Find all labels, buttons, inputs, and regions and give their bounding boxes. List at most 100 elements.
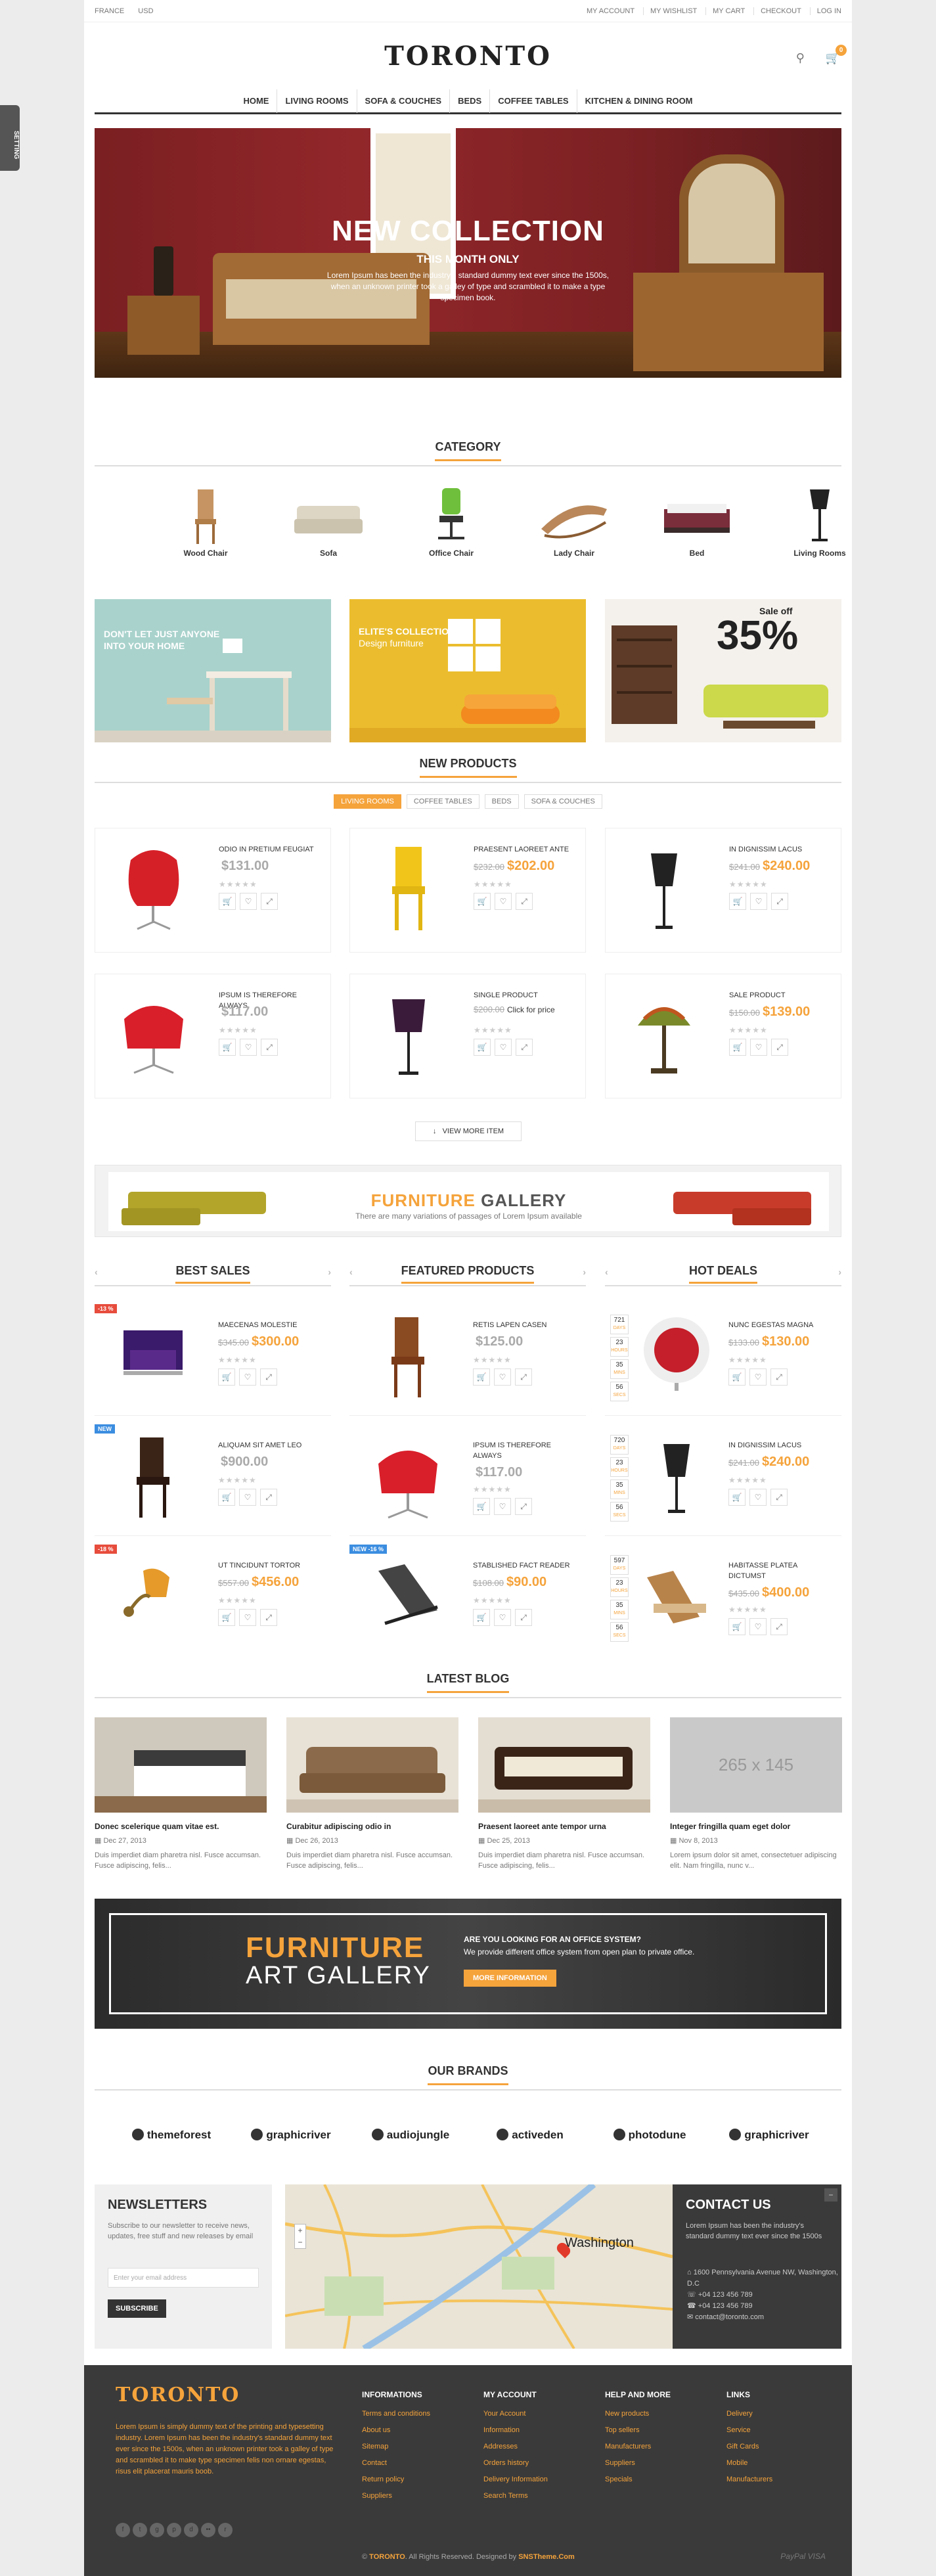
product-card[interactable]: IPSUM IS THEREFORE ALWAYS $117.00 ★★★★★ … — [95, 974, 331, 1098]
brand-graphicriver-2[interactable]: graphicriver — [713, 2129, 825, 2142]
compare-icon[interactable]: ⤢ — [770, 1489, 788, 1506]
tab-sofa-couches[interactable]: SOFA & COUCHES — [524, 794, 602, 809]
category-living-rooms[interactable]: Living Rooms — [774, 483, 866, 558]
wishlist-heart-icon[interactable]: ♡ — [750, 1039, 767, 1056]
nav-kitchen-dining[interactable]: KITCHEN & DINING ROOM — [576, 89, 701, 113]
featured-item[interactable]: NEW -16 % STABLISHED FACT READER $108.00… — [349, 1545, 586, 1656]
best-sales-item[interactable]: -13 % MAECENAS MOLESTIE $345.00 $300.00 ★… — [95, 1304, 331, 1416]
add-to-cart-icon[interactable]: 🛒 — [219, 1039, 236, 1056]
compare-icon[interactable]: ⤢ — [261, 1039, 278, 1056]
prev-arrow-icon[interactable]: ‹ — [605, 1267, 608, 1277]
brand-themeforest[interactable]: themeforest — [116, 2129, 227, 2142]
promo-banner-2[interactable]: ELITE'S COLLECTION Design furniture — [349, 599, 586, 742]
category-sofa[interactable]: Sofa — [282, 483, 374, 558]
compare-icon[interactable]: ⤢ — [515, 1368, 532, 1386]
newsletter-email-input[interactable]: Enter your email address — [108, 2268, 259, 2288]
wishlist-heart-icon[interactable]: ♡ — [749, 1368, 767, 1386]
footer-logo[interactable]: TORONTO — [116, 2384, 240, 2407]
map-zoom-control[interactable]: + − — [294, 2224, 306, 2249]
nav-beds[interactable]: BEDS — [449, 89, 489, 113]
wishlist-heart-icon[interactable]: ♡ — [494, 1498, 511, 1515]
add-to-cart-icon[interactable]: 🛒 — [729, 893, 746, 910]
flickr-icon[interactable]: •• — [201, 2523, 215, 2537]
login-link[interactable]: LOG IN — [809, 7, 841, 15]
next-arrow-icon[interactable]: › — [328, 1267, 331, 1277]
compare-icon[interactable]: ⤢ — [770, 1368, 788, 1386]
settings-tab[interactable]: SETTING — [0, 105, 20, 171]
add-to-cart-icon[interactable]: 🛒 — [728, 1618, 746, 1635]
wishlist-heart-icon[interactable]: ♡ — [749, 1489, 767, 1506]
my-account-link[interactable]: MY ACCOUNT — [580, 7, 635, 15]
wishlist-heart-icon[interactable]: ♡ — [494, 1609, 511, 1626]
wishlist-heart-icon[interactable]: ♡ — [494, 1368, 511, 1386]
brand-graphicriver[interactable]: graphicriver — [235, 2129, 347, 2142]
compare-icon[interactable]: ⤢ — [516, 1039, 533, 1056]
product-card[interactable]: IN DIGNISSIM LACUS $241.00 $240.00 ★★★★★ … — [605, 828, 841, 953]
tab-beds[interactable]: BEDS — [484, 794, 519, 809]
nav-living-rooms[interactable]: LIVING ROOMS — [277, 89, 356, 113]
prev-arrow-icon[interactable]: ‹ — [95, 1267, 98, 1277]
view-more-button[interactable]: ↓ VIEW MORE ITEM — [415, 1121, 522, 1141]
twitter-icon[interactable]: t — [133, 2523, 147, 2537]
facebook-icon[interactable]: f — [116, 2523, 130, 2537]
add-to-cart-icon[interactable]: 🛒 — [729, 1039, 746, 1056]
my-cart-link[interactable]: MY CART — [705, 7, 746, 15]
art-gallery-banner[interactable]: FURNITURE ART GALLERY ARE YOU LOOKING FO… — [95, 1899, 841, 2029]
best-sales-item[interactable]: NEW ALIQUAM SIT AMET LEO $900.00 ★★★★★ 🛒… — [95, 1424, 331, 1536]
product-card[interactable]: SALE PRODUCT $150.00 $139.00 ★★★★★ 🛒 ♡ ⤢ — [605, 974, 841, 1098]
wishlist-heart-icon[interactable]: ♡ — [495, 893, 512, 910]
search-icon[interactable]: ⚲ — [796, 51, 805, 65]
add-to-cart-icon[interactable]: 🛒 — [219, 893, 236, 910]
hero-slider[interactable]: NEW COLLECTION THIS MONTH ONLY Lorem Ips… — [95, 128, 841, 378]
compare-icon[interactable]: ⤢ — [771, 1039, 788, 1056]
hot-deal-item[interactable]: 720 DAYS 23 HOURS 35 MINS 56 SECS IN DIGNISSIM … — [605, 1424, 841, 1536]
my-wishlist-link[interactable]: MY WISHLIST — [642, 7, 698, 15]
checkout-link[interactable]: CHECKOUT — [753, 7, 801, 15]
language-select[interactable]: FRANCE — [95, 7, 124, 15]
add-to-cart-icon[interactable]: 🛒 — [728, 1489, 746, 1506]
wishlist-heart-icon[interactable]: ♡ — [750, 893, 767, 910]
compare-icon[interactable]: ⤢ — [515, 1498, 532, 1515]
add-to-cart-icon[interactable]: 🛒 — [218, 1609, 235, 1626]
prev-arrow-icon[interactable]: ‹ — [349, 1267, 353, 1277]
compare-icon[interactable]: ⤢ — [260, 1609, 277, 1626]
wishlist-heart-icon[interactable]: ♡ — [239, 1609, 256, 1626]
google-plus-icon[interactable]: g — [150, 2523, 164, 2537]
compare-icon[interactable]: ⤢ — [261, 893, 278, 910]
featured-item[interactable]: IPSUM IS THEREFORE ALWAYS $117.00 ★★★★★ … — [349, 1424, 586, 1536]
pinterest-icon[interactable]: p — [167, 2523, 181, 2537]
compare-icon[interactable]: ⤢ — [516, 893, 533, 910]
compare-icon[interactable]: ⤢ — [515, 1609, 532, 1626]
more-information-button[interactable]: MORE INFORMATION — [464, 1970, 556, 1987]
location-map[interactable]: + − Washington — [285, 2184, 673, 2349]
next-arrow-icon[interactable]: › — [838, 1267, 841, 1277]
wishlist-heart-icon[interactable]: ♡ — [239, 1368, 256, 1386]
add-to-cart-icon[interactable]: 🛒 — [474, 1039, 491, 1056]
category-wood-chair[interactable]: Wood Chair — [160, 483, 252, 558]
wishlist-heart-icon[interactable]: ♡ — [240, 1039, 257, 1056]
add-to-cart-icon[interactable]: 🛒 — [474, 893, 491, 910]
category-lady-chair[interactable]: Lady Chair — [528, 483, 620, 558]
next-arrow-icon[interactable]: › — [583, 1267, 586, 1277]
wishlist-heart-icon[interactable]: ♡ — [239, 1489, 256, 1506]
add-to-cart-icon[interactable]: 🛒 — [218, 1368, 235, 1386]
rss-icon[interactable]: r — [218, 2523, 233, 2537]
brand-audiojungle[interactable]: audiojungle — [355, 2129, 466, 2142]
subscribe-button[interactable]: SUBSCRIBE — [108, 2299, 166, 2318]
best-sales-item[interactable]: -18 % UT TINCIDUNT TORTOR $557.00 $456.00… — [95, 1545, 331, 1656]
blog-post[interactable]: Donec scelerique quam vitae est. ▦ Dec 2… — [95, 1717, 267, 1871]
nav-coffee-tables[interactable]: COFFEE TABLES — [489, 89, 576, 113]
promo-banner-1[interactable]: DON'T LET JUST ANYONE INTO YOUR HOME — [95, 599, 331, 742]
add-to-cart-icon[interactable]: 🛒 — [473, 1368, 490, 1386]
compare-icon[interactable]: ⤢ — [771, 893, 788, 910]
category-bed[interactable]: Bed — [651, 483, 743, 558]
dribbble-icon[interactable]: d — [184, 2523, 198, 2537]
product-card[interactable]: PRAESENT LAOREET ANTE $232.00 $202.00 ★★★… — [349, 828, 586, 953]
tab-coffee-tables[interactable]: COFFEE TABLES — [406, 794, 479, 809]
category-office-chair[interactable]: Office Chair — [405, 483, 497, 558]
wishlist-heart-icon[interactable]: ♡ — [749, 1618, 767, 1635]
blog-post[interactable]: Praesent laoreet ante tempor urna ▦ Dec … — [478, 1717, 650, 1871]
add-to-cart-icon[interactable]: 🛒 — [218, 1489, 235, 1506]
currency-select[interactable]: USD — [138, 7, 153, 15]
product-card[interactable]: SINGLE PRODUCT $200.00 Click for price ★★… — [349, 974, 586, 1098]
